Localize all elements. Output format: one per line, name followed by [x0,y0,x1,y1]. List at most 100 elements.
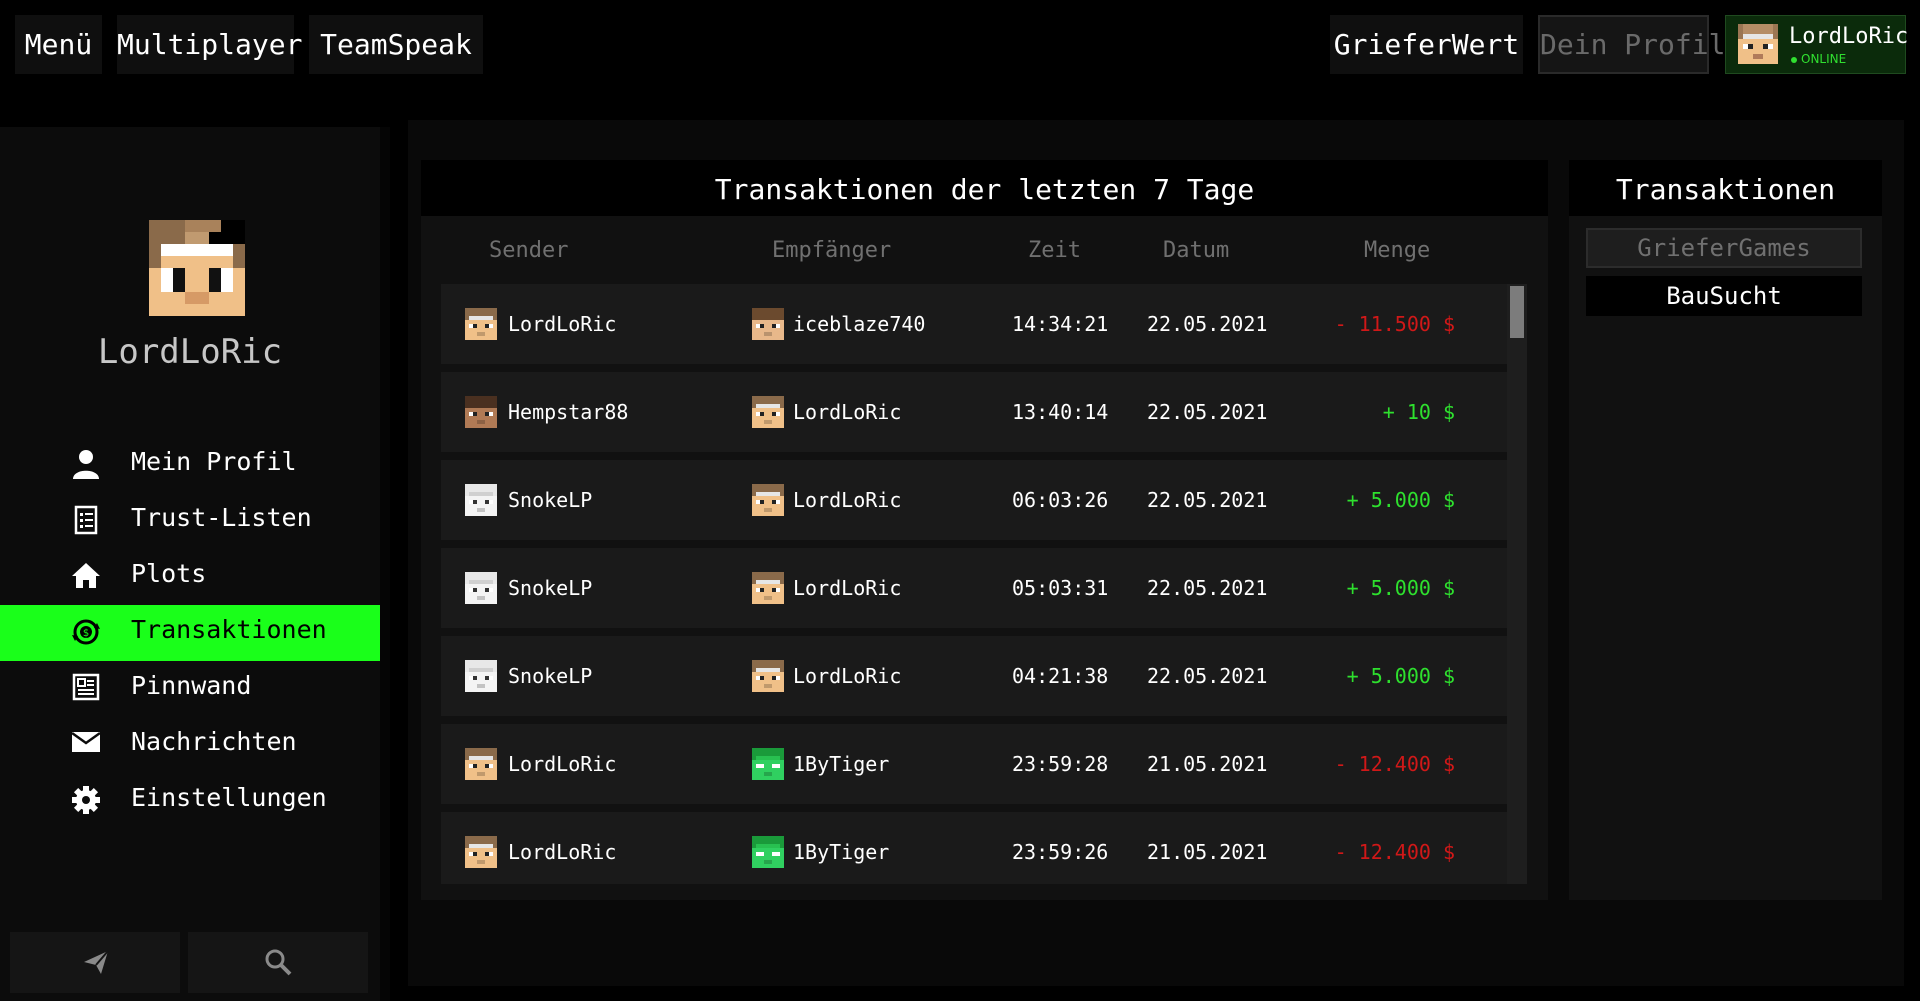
amount-cell: + 10 $ [1382,400,1455,424]
amount-cell: + 5.000 $ [1346,664,1455,688]
gear-icon [70,785,102,817]
sidebar-item-label: Nachrichten [131,727,297,756]
sender-head-icon [465,396,497,432]
table-row[interactable]: Hempstar88 LordLoRic 13:40:14 22.05.2021 + 1… [441,372,1507,452]
search-icon [264,948,292,980]
sidebar-avatar [149,220,245,320]
table-row[interactable]: LordLoRic 1ByTiger 23:59:28 21.05.2021 - 12.… [441,724,1507,804]
transactions-panel: Transaktionen der letzten 7 Tage Sender … [421,160,1548,900]
receiver-head-icon [752,484,784,520]
svg-text:$: $ [83,628,89,639]
col-header-sender: Sender [489,238,569,263]
time-cell: 13:40:14 [1012,400,1109,424]
sidebar-item-label: Transaktionen [131,615,327,644]
amount-cell: - 11.500 $ [1334,312,1455,336]
sender-cell[interactable]: LordLoRic [508,840,616,864]
date-cell: 21.05.2021 [1147,840,1268,864]
receiver-cell[interactable]: 1ByTiger [793,752,889,776]
receiver-cell[interactable]: 1ByTiger [793,840,889,864]
sender-head-icon [465,572,497,608]
table-row[interactable]: SnokeLP LordLoRic 04:21:38 22.05.2021 + 5.00… [441,636,1507,716]
receiver-head-icon [752,572,784,608]
sidebar-username: LordLoRic [97,332,283,372]
sender-cell[interactable]: Hempstar88 [508,400,628,424]
sender-cell[interactable]: LordLoRic [508,312,616,336]
sidebar: LordLoRic Mein Profil Trust-Listen Plots… [0,127,384,1001]
user-icon [70,449,102,481]
col-header-datum: Datum [1163,238,1230,263]
time-cell: 04:21:38 [1012,664,1109,688]
col-header-menge: Menge [1364,238,1431,263]
dein-profil-button[interactable]: Dein Profil [1538,15,1725,74]
server-griefergames-button[interactable]: GrieferGames [1586,228,1862,268]
time-cell: 23:59:28 [1012,752,1109,776]
receiver-head-icon [752,748,784,784]
transactions-title: Transaktionen der letzten 7 Tage [421,160,1548,216]
receiver-head-icon [752,308,784,344]
receiver-cell[interactable]: LordLoRic [793,664,901,688]
sidebar-item-nachrichten[interactable]: Nachrichten [0,717,384,773]
online-dot-icon [1791,56,1797,63]
sender-cell[interactable]: SnokeLP [508,576,592,600]
user-profile-chip[interactable]: LordLoRic ONLINE [1725,15,1909,74]
sender-head-icon [465,308,497,344]
time-cell: 14:34:21 [1012,312,1109,336]
sender-cell[interactable]: LordLoRic [508,752,616,776]
table-row[interactable]: SnokeLP LordLoRic 05:03:31 22.05.2021 + 5.00… [441,548,1507,628]
time-cell: 06:03:26 [1012,488,1109,512]
transactions-list[interactable]: LordLoRic iceblaze740 14:34:21 22.05.2021 - … [441,284,1535,884]
sidebar-item-transaktionen[interactable]: $ Transaktionen [0,605,384,661]
sender-cell[interactable]: SnokeLP [508,488,592,512]
col-header-zeit: Zeit [1028,238,1081,263]
table-row[interactable]: LordLoRic iceblaze740 14:34:21 22.05.2021 - … [441,284,1507,364]
date-cell: 22.05.2021 [1147,664,1268,688]
amount-cell: + 5.000 $ [1346,488,1455,512]
amount-cell: - 12.400 $ [1334,752,1455,776]
time-cell: 05:03:31 [1012,576,1109,600]
sidebar-item-label: Pinnwand [131,671,252,700]
user-name: LordLoRic [1789,24,1909,49]
menu-button[interactable]: Menü [15,15,102,74]
receiver-head-icon [752,660,784,696]
sender-head-icon [465,660,497,696]
multiplayer-button[interactable]: Multiplayer [117,15,302,74]
scrollbar-thumb[interactable] [1510,286,1524,338]
send-button[interactable] [10,932,180,993]
date-cell: 22.05.2021 [1147,488,1268,512]
sender-cell[interactable]: SnokeLP [508,664,592,688]
scrollbar[interactable] [1507,284,1527,884]
sidebar-item-label: Plots [131,559,207,588]
status-text: ONLINE [1801,52,1847,66]
server-panel: Transaktionen GrieferGames BauSucht [1569,160,1882,900]
date-cell: 22.05.2021 [1147,400,1268,424]
sidebar-nav: Mein Profil Trust-Listen Plots $ Transak… [0,437,384,829]
sender-head-icon [465,836,497,872]
receiver-cell[interactable]: LordLoRic [793,400,901,424]
sidebar-item-pinnwand[interactable]: Pinnwand [0,661,384,717]
table-row[interactable]: SnokeLP LordLoRic 06:03:26 22.05.2021 + 5.00… [441,460,1507,540]
server-bausucht-button[interactable]: BauSucht [1586,276,1862,316]
receiver-cell[interactable]: LordLoRic [793,488,901,512]
money-cycle-icon: $ [70,617,102,649]
sidebar-item-trust-listen[interactable]: Trust-Listen [0,493,384,549]
sidebar-item-mein-profil[interactable]: Mein Profil [0,437,384,493]
date-cell: 22.05.2021 [1147,576,1268,600]
board-icon [70,673,102,705]
teamspeak-button[interactable]: TeamSpeak [309,15,483,74]
date-cell: 21.05.2021 [1147,752,1268,776]
amount-cell: - 12.400 $ [1334,840,1455,864]
grieferwert-button[interactable]: GrieferWert [1330,15,1523,74]
sender-head-icon [465,484,497,520]
user-status: ONLINE [1791,52,1846,66]
sidebar-item-label: Mein Profil [131,447,297,476]
search-button[interactable] [188,932,368,993]
receiver-cell[interactable]: LordLoRic [793,576,901,600]
table-row[interactable]: LordLoRic 1ByTiger 23:59:26 21.05.2021 - 12.… [441,812,1507,884]
home-icon [70,561,102,593]
sidebar-item-plots[interactable]: Plots [0,549,384,605]
send-icon [82,948,110,980]
sidebar-item-einstellungen[interactable]: Einstellungen [0,773,384,829]
date-cell: 22.05.2021 [1147,312,1268,336]
sender-head-icon [465,748,497,784]
receiver-cell[interactable]: iceblaze740 [793,312,925,336]
